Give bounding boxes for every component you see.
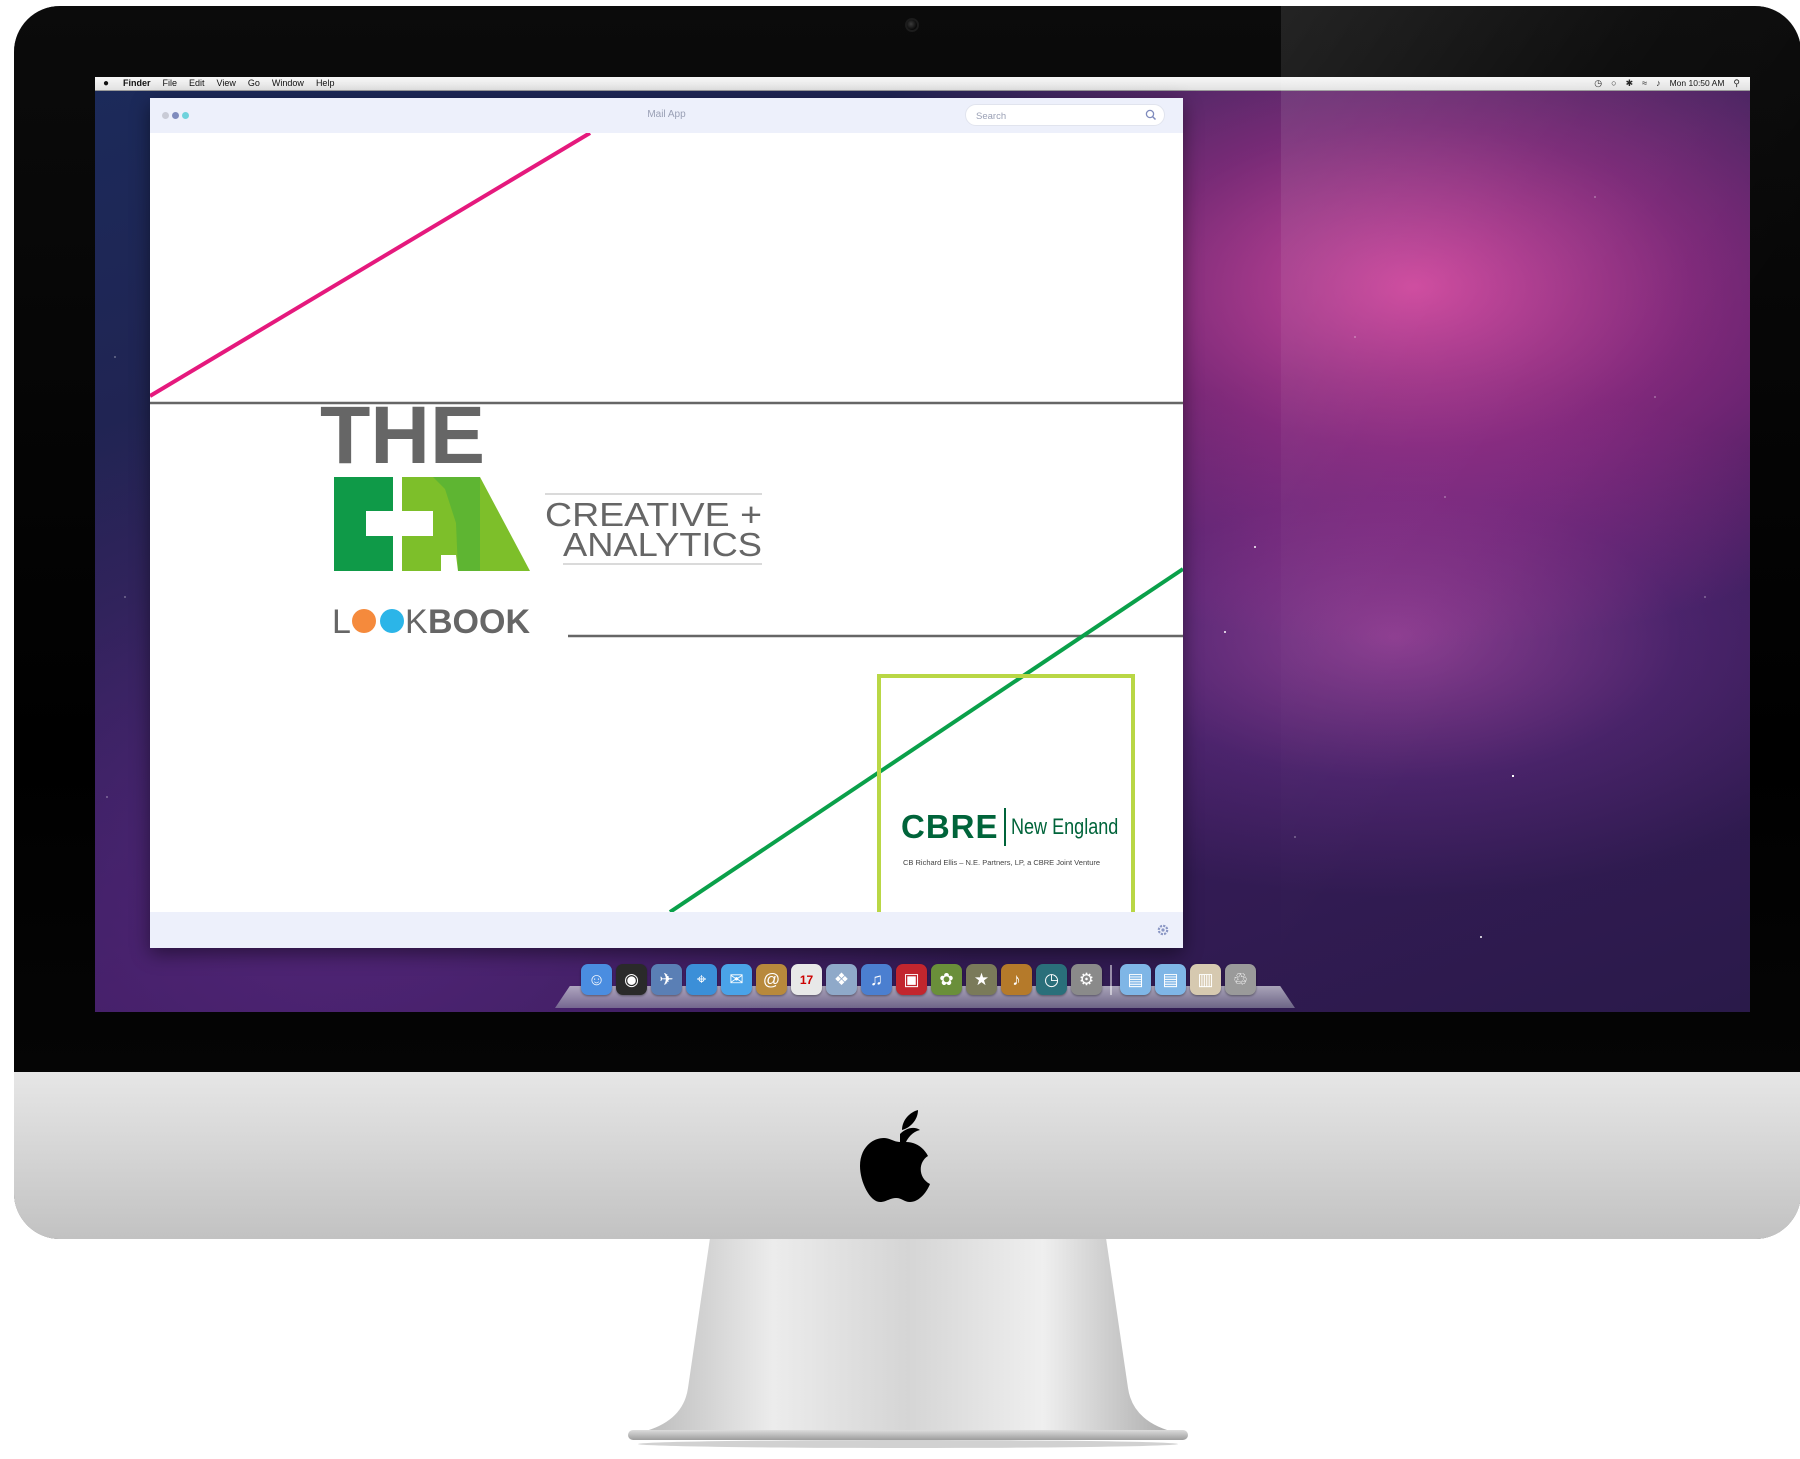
ichat-icon[interactable]: ✉ xyxy=(721,964,752,995)
address-book-icon[interactable]: @ xyxy=(756,964,787,995)
imac-body: ● Finder File Edit View Go Window Help ◷… xyxy=(14,6,1800,1239)
menu-go[interactable]: Go xyxy=(242,77,266,90)
imac-stand xyxy=(628,1238,1188,1448)
menu-finder[interactable]: Finder xyxy=(117,77,157,90)
time-machine-icon[interactable]: ◷ xyxy=(1036,964,1067,995)
page: ● Finder File Edit View Go Window Help ◷… xyxy=(0,0,1800,1459)
dock-icons: ☺ ◉ ✈ ⌖ ✉ @17 ❖ ♫ ▣ ✿ ★ ♪ ◷ ⚙ ▤ ▤ ▥ ♲ xyxy=(581,964,1256,995)
window-titlebar: Mail App xyxy=(150,98,1183,133)
imovie-icon[interactable]: ★ xyxy=(966,964,997,995)
desktop-screen: ● Finder File Edit View Go Window Help ◷… xyxy=(95,77,1750,1012)
analytics-text: ANALYTICS xyxy=(563,526,762,563)
bluetooth-icon[interactable]: ✱ xyxy=(1626,77,1634,90)
applications-folder-icon[interactable]: ▤ xyxy=(1120,964,1151,995)
lookbook-l-letter: L xyxy=(332,603,351,641)
cbre-divider xyxy=(1003,808,1006,846)
blue-o-circle xyxy=(380,609,404,633)
ical-icon[interactable]: 17 xyxy=(791,964,822,995)
imac-chin xyxy=(14,1072,1800,1239)
cbre-wordmark: CBRE xyxy=(901,808,999,845)
search-field[interactable] xyxy=(965,104,1165,126)
apple-menu-icon[interactable]: ● xyxy=(95,77,117,90)
dashboard-icon[interactable]: ◉ xyxy=(616,964,647,995)
menu-bar: ● Finder File Edit View Go Window Help ◷… xyxy=(95,77,1750,91)
search-input[interactable] xyxy=(974,107,1138,125)
chat-status-icon[interactable]: ○ xyxy=(1611,77,1616,90)
cbre-region: New England xyxy=(1010,814,1118,839)
system-preferences-icon[interactable]: ⚙ xyxy=(1071,964,1102,995)
garageband-icon[interactable]: ♪ xyxy=(1001,964,1032,995)
menu-extras: ◷ ○ ✱ ≈ ♪ Mon 10:50 AM ⚲ xyxy=(1594,77,1750,90)
documents-folder-icon[interactable]: ▤ xyxy=(1155,964,1186,995)
mail-icon[interactable]: ✈ xyxy=(651,964,682,995)
magenta-accent-line xyxy=(150,133,592,398)
lookbook-book-word: BOOK xyxy=(428,603,530,641)
orange-o-circle xyxy=(352,609,376,633)
window-footer xyxy=(150,912,1183,948)
apple-logo-icon xyxy=(860,1110,930,1202)
volume-icon[interactable]: ♪ xyxy=(1656,77,1661,90)
cbre-logo-box: CBRE New England CB Richard Ellis – N.E.… xyxy=(877,674,1135,912)
menu-clock[interactable]: Mon 10:50 AM xyxy=(1670,77,1725,90)
trash-icon[interactable]: ♲ xyxy=(1225,964,1256,995)
cbre-tagline: CB Richard Ellis – N.E. Partners, LP, a … xyxy=(903,858,1101,867)
dock: ☺ ◉ ✈ ⌖ ✉ @17 ❖ ♫ ▣ ✿ ★ ♪ ◷ ⚙ ▤ ▤ ▥ ♲ xyxy=(555,964,1295,1008)
itunes-icon[interactable]: ♫ xyxy=(861,964,892,995)
wifi-icon[interactable]: ≈ xyxy=(1642,77,1647,90)
menu-view[interactable]: View xyxy=(211,77,242,90)
dock-separator xyxy=(1110,965,1112,995)
email-content: THE CREATIVE + ANALYTICS L K BOOK CBRE N… xyxy=(150,133,1183,912)
menu-file[interactable]: File xyxy=(157,77,184,90)
time-machine-status-icon[interactable]: ◷ xyxy=(1594,77,1602,90)
menu-window[interactable]: Window xyxy=(266,77,310,90)
camera-icon xyxy=(907,20,917,30)
lookbook-k-letter: K xyxy=(405,603,428,641)
menu-edit[interactable]: Edit xyxy=(183,77,211,90)
preview-icon[interactable]: ❖ xyxy=(826,964,857,995)
gear-icon[interactable] xyxy=(1155,922,1171,938)
cbre-logo: CBRE New England xyxy=(901,808,1141,846)
imac-bezel: ● Finder File Edit View Go Window Help ◷… xyxy=(14,6,1800,1072)
search-icon[interactable] xyxy=(1144,108,1158,122)
iphoto-icon[interactable]: ✿ xyxy=(931,964,962,995)
downloads-stack-icon[interactable]: ▥ xyxy=(1190,964,1221,995)
photo-booth-icon[interactable]: ▣ xyxy=(896,964,927,995)
lookbook-the-word: THE xyxy=(320,390,485,481)
mail-app-window: Mail App Search THE CREATIVE + ANALYTICS… xyxy=(150,98,1183,948)
finder-icon[interactable]: ☺ xyxy=(581,964,612,995)
menu-help[interactable]: Help xyxy=(310,77,341,90)
spotlight-icon[interactable]: ⚲ xyxy=(1733,77,1740,90)
safari-icon[interactable]: ⌖ xyxy=(686,964,717,995)
ca-monogram xyxy=(334,477,530,571)
